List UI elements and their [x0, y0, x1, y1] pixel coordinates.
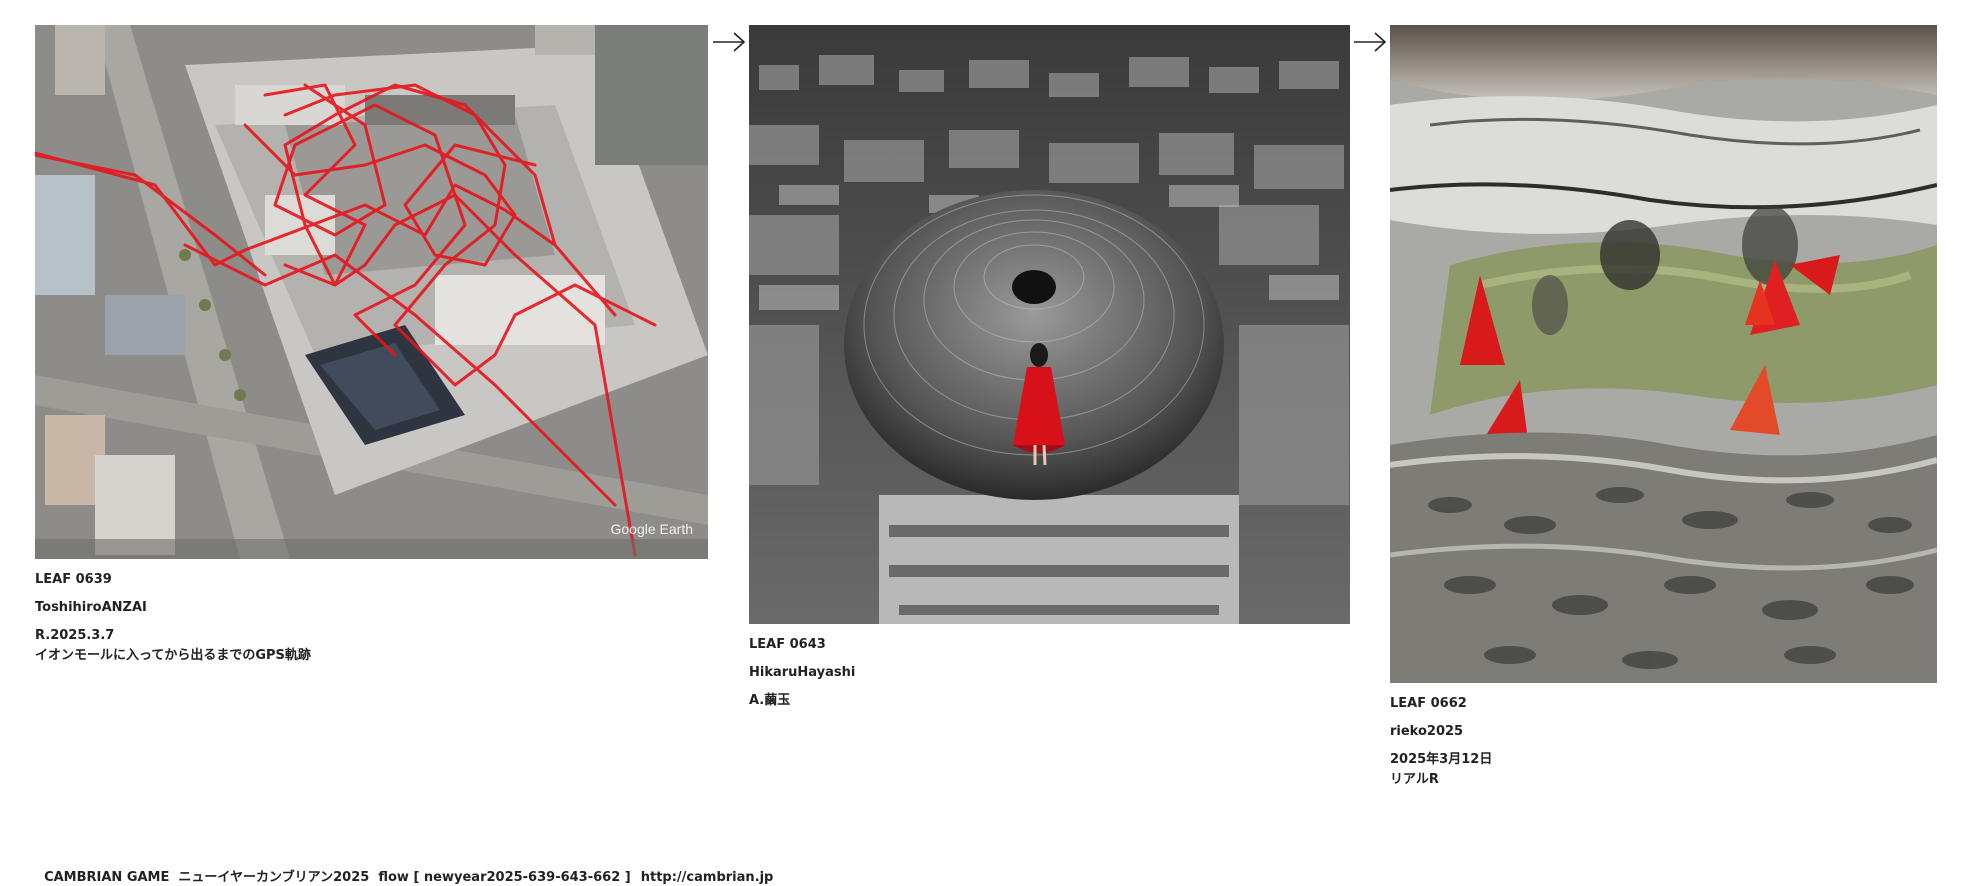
- leaf-id: LEAF 0639: [35, 572, 112, 587]
- leaf-author[interactable]: HikaruHayashi: [749, 663, 1350, 683]
- leaf-author[interactable]: ToshihiroANZAI: [35, 598, 708, 618]
- right-arrow-icon: [712, 30, 746, 54]
- leaf-card-0643: LEAF 0643 HikaruHayashi A.繭玉: [749, 25, 1350, 711]
- leaf-caption-0662: LEAF 0662 rieko2025 2025年3月12日 リアルR: [1390, 694, 1937, 790]
- leaf-description: イオンモールに入ってから出るまでのGPS軌跡: [35, 648, 311, 663]
- leaf-image-0662[interactable]: [1390, 25, 1937, 683]
- leaf-image-0639[interactable]: Google Earth: [35, 25, 708, 559]
- footer-url-link[interactable]: http://cambrian.jp: [641, 870, 774, 885]
- leaf-id: LEAF 0643: [749, 637, 826, 652]
- leaf-description: リアルR: [1390, 772, 1439, 787]
- leaf-caption-0639: LEAF 0639 ToshihiroANZAI R.2025.3.7 イオンモ…: [35, 570, 708, 666]
- footer-text: CAMBRIAN GAME ニューイヤーカンブリアン2025 flow [ ne…: [44, 870, 631, 885]
- page-footer: CAMBRIAN GAME ニューイヤーカンブリアン2025 flow [ ne…: [35, 851, 773, 885]
- leaf-image-0643[interactable]: [749, 25, 1350, 624]
- leaf-card-0639: Google Earth LEAF 0639 ToshihiroANZAI R.…: [35, 25, 708, 666]
- right-arrow-icon: [1353, 30, 1387, 54]
- leaf-caption-0643: LEAF 0643 HikaruHayashi A.繭玉: [749, 635, 1350, 711]
- leaf-title: A.繭玉: [749, 693, 791, 708]
- distorted-reflection-image: [1390, 25, 1937, 683]
- leaf-title: 2025年3月12日: [1390, 752, 1493, 767]
- cocoon-city-image: [749, 25, 1350, 624]
- leaf-title: R.2025.3.7: [35, 628, 115, 643]
- leaf-card-0662: LEAF 0662 rieko2025 2025年3月12日 リアルR: [1390, 25, 1937, 790]
- leaf-id: LEAF 0662: [1390, 696, 1467, 711]
- google-earth-watermark: Google Earth: [611, 521, 694, 537]
- leaf-author[interactable]: rieko2025: [1390, 722, 1937, 742]
- aerial-map-gps-image: Google Earth: [35, 25, 708, 559]
